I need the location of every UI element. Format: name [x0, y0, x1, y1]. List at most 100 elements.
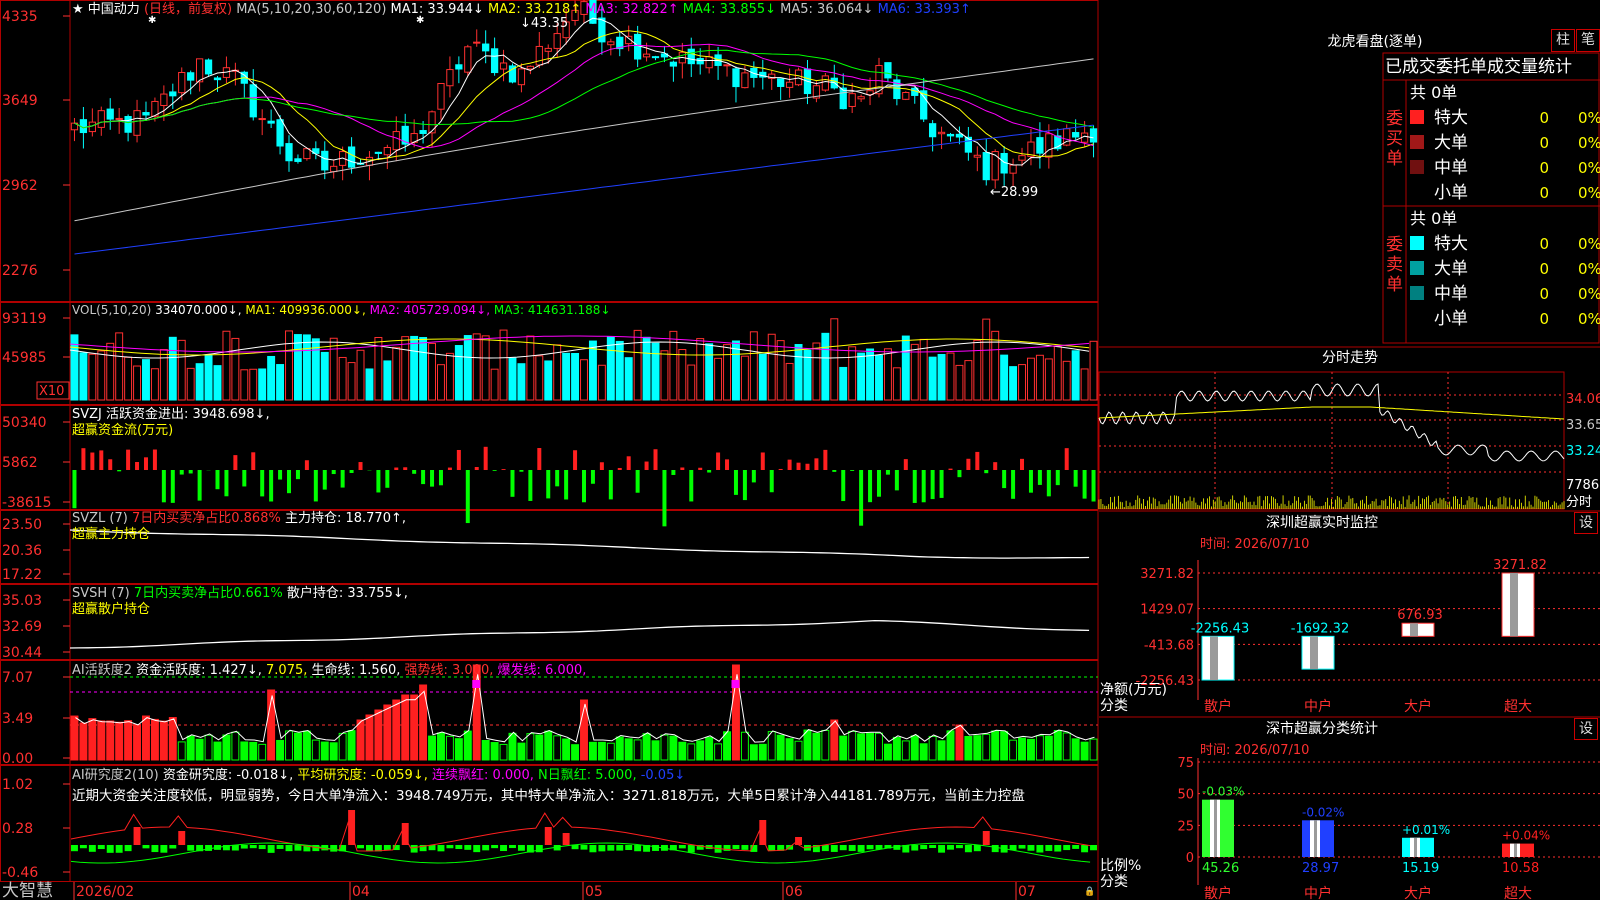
sz-class-bar-shade	[1514, 843, 1517, 857]
sz-monitor-value-label: -1692.32	[1291, 621, 1349, 636]
candle-body	[741, 72, 749, 89]
activity-bar	[714, 743, 723, 761]
sz-monitor-ylabel: 净额(万元)	[1100, 682, 1167, 698]
activity-bar	[946, 730, 955, 761]
activity-bar	[168, 717, 177, 761]
activity-bar	[1009, 739, 1018, 761]
candle-body	[884, 62, 892, 79]
volume-bar	[910, 343, 919, 401]
research-bar-green	[938, 845, 946, 853]
buy-row-pct: 0%	[1578, 109, 1600, 127]
ma-line-2	[74, 30, 1094, 161]
volume-bar	[231, 337, 240, 401]
fund-flow-bar	[430, 470, 435, 487]
activity-bar	[320, 741, 329, 761]
research-bar-green	[500, 845, 508, 852]
research-bar-green	[285, 845, 293, 852]
sell-row-value: 0	[1539, 260, 1549, 278]
research-bar-green	[169, 845, 177, 849]
fund-flow-bar	[349, 470, 354, 473]
ai-active-axis-label: 3.49	[2, 711, 33, 727]
volume-bar	[660, 350, 669, 401]
fund-flow-bar	[966, 458, 971, 470]
fund-flow-bar	[313, 470, 318, 502]
research-bar-green	[571, 845, 579, 850]
candle-body	[553, 33, 561, 49]
price-axis-label: 2276	[2, 263, 38, 279]
activity-bar	[535, 734, 544, 761]
activity-bar	[249, 741, 258, 761]
fund-flow-bar	[81, 448, 86, 470]
candle-body	[249, 84, 257, 118]
ai-research-header-item: N日飘红: 5.000,	[538, 767, 641, 783]
sz-class-settings-button[interactable]: 设	[1574, 718, 1598, 740]
kline-workspace[interactable]: 4335 3649 2962 2276 ★ 中国动力 (日线，前复权) MA(5,10,…	[0, 0, 1600, 900]
burst-marker	[731, 680, 740, 688]
fund-flow-bar	[251, 452, 256, 470]
activity-bar	[133, 724, 142, 761]
fund-flow-bar	[885, 470, 890, 475]
fund-flow-bar	[340, 470, 345, 488]
candle-body	[821, 75, 829, 91]
volume-bar	[901, 335, 910, 401]
tab-bar-chart[interactable]: 柱	[1551, 29, 1575, 52]
fund-flow-bar	[1055, 470, 1060, 486]
ai-active-header: AI活跃度2 资金活跃度: 1.427↓, 7.075, 生命线: 1.560,…	[72, 662, 586, 678]
sz-monitor-settings-button[interactable]: 设	[1574, 512, 1598, 534]
date-axis-label: 2026/02	[76, 884, 134, 900]
volume-bar	[1071, 350, 1080, 401]
buy-color-swatch	[1410, 135, 1424, 149]
activity-bar	[991, 730, 1000, 761]
activity-bar	[678, 741, 687, 761]
high-price-marker: ↓43.35	[520, 16, 568, 31]
fund-flow-bar	[322, 470, 327, 490]
activity-bar	[830, 719, 839, 761]
buy-row-name: 小单	[1434, 183, 1468, 203]
sz-class-category: 大户	[1404, 885, 1432, 900]
volume-bar	[1044, 358, 1053, 401]
activity-bar	[857, 733, 866, 761]
volume-bar	[508, 357, 517, 401]
intraday-price-label: 34.06	[1566, 392, 1600, 407]
date-axis-label: 04	[352, 884, 370, 900]
buy-total: 共 0单	[1410, 83, 1457, 102]
fund-flow-bar	[1073, 470, 1078, 487]
volume-bar	[526, 335, 535, 401]
fund-flow-bar	[742, 470, 747, 501]
volume-bar	[347, 362, 356, 401]
research-bar-green	[598, 845, 606, 852]
buy-row-name: 中单	[1434, 158, 1468, 178]
candle-body	[374, 151, 383, 154]
activity-bar	[758, 743, 767, 761]
sell-side-label: 单	[1386, 275, 1403, 295]
volume-bar	[588, 340, 597, 401]
activity-bar	[276, 739, 285, 761]
activity-bar	[812, 732, 821, 761]
candle-body	[490, 48, 499, 74]
activity-bar	[70, 715, 79, 761]
tab-tick[interactable]: 笔	[1576, 29, 1600, 52]
sell-color-swatch	[1410, 286, 1424, 300]
research-bar-green	[1063, 845, 1071, 851]
research-bar-green	[365, 845, 373, 852]
brand-label[interactable]: 大智慧	[2, 881, 53, 900]
fund-flow-bar	[152, 449, 157, 470]
activity-bar	[1044, 735, 1053, 761]
candle-body	[115, 117, 123, 120]
fund-flow-bar	[698, 467, 703, 470]
research-bar-green	[1072, 845, 1080, 849]
research-bar-green	[267, 845, 275, 853]
activity-bar	[651, 740, 660, 761]
date-axis-label: 07	[1018, 884, 1036, 900]
activity-bar	[624, 738, 633, 761]
ai-research-header-item: AI研究度2(10)	[72, 767, 163, 783]
volume-unit-label: X10	[39, 384, 64, 399]
volume-header-item: 334070.000↓,	[155, 303, 245, 317]
fund-flow-bar	[126, 449, 131, 470]
volume-bar	[687, 364, 696, 401]
sz-monitor-bar-shade	[1310, 636, 1318, 670]
fund-flow-bar	[358, 462, 363, 470]
fund-flow-bar	[760, 452, 765, 470]
volume-bar	[124, 356, 133, 401]
research-bar-green	[535, 845, 543, 853]
